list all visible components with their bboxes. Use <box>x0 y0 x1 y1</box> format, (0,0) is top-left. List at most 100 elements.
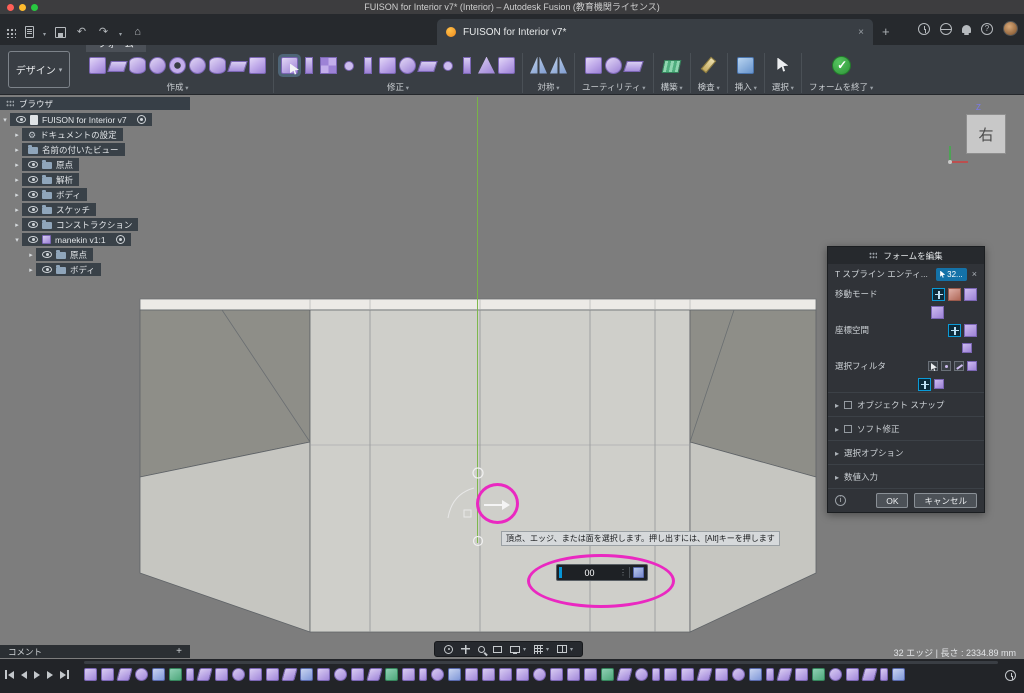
browser-item-component-manekin[interactable]: manekin v1:1 <box>12 233 232 246</box>
timeline-feature-icon[interactable] <box>550 668 563 681</box>
expand-arrow-icon[interactable] <box>26 251 36 259</box>
ribbon-group-label[interactable]: 挿入 <box>735 81 757 93</box>
browser-item-sub-bodies[interactable]: ボディ <box>26 263 232 276</box>
drag-dots-icon[interactable]: ⋮ <box>617 568 629 577</box>
timeline-feature-icon[interactable] <box>616 668 632 681</box>
timeline-feature-icon[interactable] <box>84 668 97 681</box>
ribbon-group-label[interactable]: 構築 <box>661 81 683 93</box>
grid-snap-icon[interactable] <box>534 645 543 654</box>
ribbon-group-label[interactable]: 修正 <box>387 81 409 93</box>
visibility-eye-icon[interactable] <box>28 176 38 183</box>
job-status-icon[interactable] <box>918 23 930 35</box>
filter-all-icon[interactable] <box>928 361 938 371</box>
filter-edge-icon[interactable] <box>954 361 964 371</box>
visibility-eye-icon[interactable] <box>28 191 38 198</box>
browser-item-sketches[interactable]: スケッチ <box>12 203 232 216</box>
convert-icon[interactable] <box>623 61 644 72</box>
circular-internal-icon[interactable] <box>550 57 567 74</box>
coordinate-local-icon[interactable] <box>962 343 972 353</box>
timeline-options-icon[interactable] <box>1005 670 1016 681</box>
timeline-feature-icon[interactable] <box>215 668 228 681</box>
timeline-feature-icon[interactable] <box>431 668 444 681</box>
orbit-icon[interactable] <box>444 645 453 654</box>
section-object-snap[interactable]: オブジェクト スナップ <box>828 392 984 416</box>
pipe-primitive-icon[interactable] <box>209 57 226 74</box>
coordinate-view-icon[interactable] <box>964 324 977 337</box>
expand-arrow-icon[interactable] <box>12 236 22 244</box>
coordinate-world-icon[interactable] <box>948 324 961 337</box>
section-soft-modification[interactable]: ソフト修正 <box>828 416 984 440</box>
edit-form-icon[interactable] <box>281 57 298 74</box>
ribbon-group-label[interactable]: 選択 <box>772 81 794 93</box>
ribbon-group-label[interactable]: ユーティリティ <box>582 81 646 93</box>
visibility-eye-icon[interactable] <box>28 161 38 168</box>
dimension-input-box[interactable]: ⋮ <box>556 564 648 581</box>
display-settings-icon[interactable] <box>510 646 520 653</box>
timeline-feature-icon[interactable] <box>776 668 792 681</box>
pan-icon[interactable] <box>461 645 470 654</box>
timeline-end-button[interactable] <box>60 670 69 679</box>
timeline-feature-icon[interactable] <box>196 668 212 681</box>
filter-vertex-icon[interactable] <box>941 361 951 371</box>
browser-header[interactable]: ブラウザ <box>0 97 190 110</box>
clear-selection-icon[interactable] <box>972 269 977 279</box>
online-status-icon[interactable] <box>940 23 952 35</box>
expand-arrow-icon[interactable] <box>12 131 22 139</box>
filter-symmetry-icon[interactable] <box>934 379 944 389</box>
filter-face-icon[interactable] <box>967 361 977 371</box>
expand-arrow-icon[interactable] <box>12 161 22 169</box>
section-selection-options[interactable]: 選択オプション <box>828 440 984 464</box>
timeline-feature-icon[interactable] <box>249 668 262 681</box>
viewports-icon[interactable] <box>557 645 567 653</box>
notifications-bell-icon[interactable] <box>962 25 971 33</box>
construct-plane-icon[interactable] <box>662 60 682 73</box>
browser-item-sub-origin[interactable]: 原点 <box>26 248 232 261</box>
activate-radio-icon[interactable] <box>137 115 146 124</box>
display-mode-icon[interactable] <box>585 57 602 74</box>
add-comment-button[interactable]: + <box>176 646 182 657</box>
select-tool-icon[interactable] <box>774 57 791 74</box>
timeline-step-forward-button[interactable] <box>47 671 53 679</box>
timeline-feature-icon[interactable] <box>766 668 774 681</box>
timeline-feature-icon[interactable] <box>419 668 427 681</box>
finish-form-icon[interactable] <box>832 56 851 75</box>
data-panel-icon[interactable] <box>5 27 16 38</box>
redo-icon[interactable] <box>97 26 110 39</box>
browser-item-origin[interactable]: 原点 <box>12 158 232 171</box>
timeline-feature-icon[interactable] <box>892 668 905 681</box>
sphere-primitive-icon[interactable] <box>149 57 166 74</box>
document-tab[interactable]: FUISON for Interior v7* <box>437 19 873 45</box>
insert-point-icon[interactable] <box>340 57 357 74</box>
timeline-feature-icon[interactable] <box>101 668 114 681</box>
cylinder-primitive-icon[interactable] <box>129 57 146 74</box>
timeline-feature-icon[interactable] <box>601 668 614 681</box>
visibility-eye-icon[interactable] <box>42 251 52 258</box>
visibility-eye-icon[interactable] <box>28 206 38 213</box>
expand-arrow-icon[interactable] <box>835 400 839 410</box>
home-icon[interactable] <box>131 26 144 39</box>
close-window-button[interactable] <box>7 4 14 11</box>
ribbon-group-label[interactable]: 対称 <box>537 81 559 93</box>
activate-radio-icon[interactable] <box>116 235 125 244</box>
move-mode-rotate-icon[interactable] <box>948 288 961 301</box>
selection-chip[interactable]: 32... <box>936 268 967 281</box>
timeline-feature-icon[interactable] <box>351 668 364 681</box>
browser-item-construction[interactable]: コンストラクション <box>12 218 232 231</box>
profile-avatar[interactable] <box>1003 21 1018 36</box>
dialog-title[interactable]: フォームを編集 <box>828 247 984 264</box>
timeline-feature-icon[interactable] <box>829 668 842 681</box>
filter-body-icon[interactable] <box>918 378 931 391</box>
weld-icon[interactable] <box>439 57 456 74</box>
merge-edge-icon[interactable] <box>364 57 372 74</box>
timeline-feature-icon[interactable] <box>402 668 415 681</box>
browser-item-named-views[interactable]: 名前の付いたビュー <box>12 143 232 156</box>
expand-arrow-icon[interactable] <box>12 146 22 154</box>
quadball-primitive-icon[interactable] <box>189 57 206 74</box>
ok-button[interactable]: OK <box>876 493 908 508</box>
plane-primitive-icon[interactable] <box>107 61 128 72</box>
save-icon[interactable] <box>55 27 66 38</box>
minimize-window-button[interactable] <box>19 4 26 11</box>
expand-arrow-icon[interactable] <box>12 221 22 229</box>
navigation-bar[interactable] <box>434 641 583 657</box>
timeline-feature-icon[interactable] <box>266 668 279 681</box>
